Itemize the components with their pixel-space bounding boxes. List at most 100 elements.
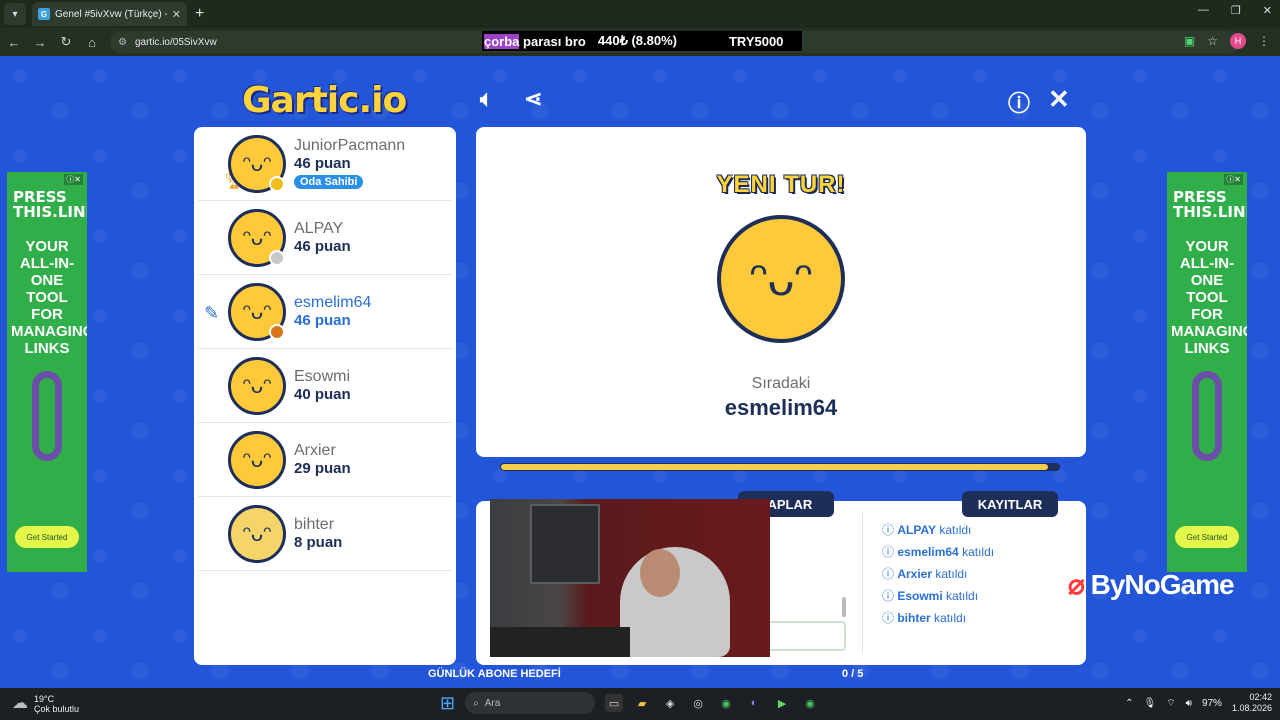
extension-icon[interactable]: ▣ [1184,34,1195,48]
close-tab-icon[interactable]: ✕ [172,8,181,21]
ad-cta-button[interactable]: Get Started [1175,526,1239,548]
player-name: esmelim64 [294,294,372,311]
sound-icon[interactable]: 🔈︎ [480,86,493,112]
search-icon: ⌕ [473,697,479,709]
close-icon[interactable]: ✕ [1048,84,1070,115]
ticker-amount: 440₺ (8.80%) [597,33,677,48]
player-row[interactable]: ᵔᴗᵔ Arxier 29 puan [198,423,452,497]
log-item: ⓘ Esowmi katıldı [882,589,979,603]
sponsor-logo: ⌀ ByNoGame [1068,569,1235,600]
player-row[interactable]: 🏆︎ ᵔᴗᵔ JuniorPacmann 46 puan Oda Sahibi [198,127,452,201]
address-bar: ← → ↻ ⌂ ⚙ gartic.io/05SivXvw çorba paras… [0,28,1280,56]
next-player-avatar: ᵔᴗᵔ [717,215,845,343]
task-view-icon[interactable]: ▭ [605,694,624,712]
player-name: Arxier [294,442,336,459]
scrollbar[interactable] [842,597,846,617]
right-ad[interactable]: ⓘ✕ PRESS THIS.LINK YOUR ALL-IN-ONE TOOL … [1167,172,1247,572]
player-row-drawing[interactable]: ✎ ᵔᴗᵔ esmelim64 46 puan [198,275,452,349]
forward-icon[interactable]: → [28,35,52,50]
clock-date: 1.08.2026 [1231,703,1272,713]
players-panel: 🏆︎ ᵔᴗᵔ JuniorPacmann 46 puan Oda Sahibi … [194,127,456,665]
discord-icon[interactable]: ◐ [745,694,763,712]
webcam-desk-shape [490,627,630,657]
player-name: Esowmi [294,368,351,385]
chrome-profile-icon[interactable]: ◉ [801,694,819,712]
player-score: 29 puan [294,460,351,477]
ad-cta-button[interactable]: Get Started [15,526,79,548]
browser-tab[interactable]: G Genel #5ivXvw (Türkçe) - G ✕ [32,2,187,26]
ad-info-icon[interactable]: ⓘ✕ [64,174,83,185]
chrome-icon[interactable]: ◉ [717,694,735,712]
tab-search-icon[interactable]: ▾ [4,3,26,25]
bookmark-star-icon[interactable]: ☆ [1207,34,1218,48]
ad-info-icon[interactable]: ⓘ✕ [1224,174,1243,185]
status-dot [269,249,285,266]
site-info-icon[interactable]: ⚙ [118,37,127,48]
new-tab-button[interactable]: + [195,5,204,23]
search-placeholder: Ara [484,697,501,709]
round-title: YENI TUR! [716,171,846,198]
sponsor-mark-icon: ⌀ [1068,569,1085,600]
restore-icon[interactable]: ❐ [1231,4,1241,17]
donation-ticker: çorba parası bro 440₺ (8.80%) TRY5000 [482,31,802,51]
profile-avatar[interactable]: H [1230,33,1246,49]
chain-link-icon [1192,371,1222,461]
ticker-text: parası bro [519,33,586,49]
minimize-icon[interactable]: — [1198,4,1209,17]
wifi-icon[interactable]: ⌔ [1166,697,1175,710]
home-icon[interactable]: ⌂ [80,35,104,50]
share-icon[interactable]: ⋖ [524,86,542,112]
player-row[interactable]: ᵔᴗᵔ ALPAY 46 puan [198,201,452,275]
app-icon[interactable]: ◈ [661,694,679,712]
clock-time: 02:42 [1249,692,1272,702]
sub-goal-label: GÜNLÜK ABONE HEDEFİ [428,668,561,680]
avatar: ᵔᴗᵔ [228,356,286,415]
log-list: ⓘ ALPAY katıldı ⓘ esmelim64 katıldı ⓘ Ar… [882,521,994,631]
webcam-overlay [490,499,770,657]
round-timer-bar [500,463,1060,471]
ticker-highlight: çorba [484,33,520,49]
player-score: 46 puan [294,312,351,329]
webcam-head-shape [640,549,680,597]
tab-title: Genel #5ivXvw (Türkçe) - G [55,8,167,20]
browser-tabbar: ▾ G Genel #5ivXvw (Türkçe) - G ✕ + — ❐ ✕ [0,0,1280,28]
battery-level[interactable]: 97% [1202,698,1222,709]
browser-menu-icon[interactable]: ⋮ [1258,34,1270,48]
windows-start-icon[interactable]: ⊞ [440,693,455,714]
player-name: bihter [294,516,335,533]
avatar: ᵔᴗᵔ [228,208,286,267]
ticker-goal: TRY5000 [728,33,784,49]
media-icon[interactable]: ▶ [773,694,791,712]
next-player-name: esmelim64 [724,395,838,420]
url-field[interactable]: ⚙ gartic.io/05SivXvw çorba parası bro 44… [110,31,1240,53]
clock[interactable]: 02:42 1.08.2026 [1232,692,1272,714]
player-row[interactable]: ᵔᴗᵔ bihter 8 puan [198,497,452,571]
weather-widget[interactable]: ☁ 19°C Çok bulutlu [12,694,79,714]
left-ad[interactable]: ⓘ✕ PRESS THIS.LINK YOUR ALL-IN-ONE TOOL … [7,172,87,572]
player-name: ALPAY [294,220,344,237]
next-label: Sıradaki [751,375,811,392]
log-item: ⓘ Arxier katıldı [882,567,968,581]
info-icon[interactable]: ⓘ [1008,86,1030,118]
tray-chevron-icon[interactable]: ⌃ [1125,698,1133,709]
taskbar: ☁ 19°C Çok bulutlu ⊞ ⌕ Ara ▭ ▰ ◈ ◎ ◉ ◐ ▶… [0,688,1280,720]
player-row[interactable]: ᵔᴗᵔ Esowmi 40 puan [198,349,452,423]
log-item: ⓘ ALPAY katıldı [882,523,972,537]
ad-body: YOUR ALL-IN-ONE TOOL FOR MANAGING LINKS [1171,238,1247,357]
reload-icon[interactable]: ↻ [54,34,78,50]
file-explorer-icon[interactable]: ▰ [633,694,651,712]
address-actions: ▣ ☆ H ⋮ [1184,33,1270,49]
mic-icon[interactable]: 🎙︎ [1144,698,1157,709]
volume-icon[interactable]: 🔊︎ [1186,698,1192,709]
tab-logs[interactable]: KAYITLAR [962,491,1058,517]
url-text: gartic.io/05SivXvw [134,36,217,48]
taskbar-apps: ⊞ ⌕ Ara ▭ ▰ ◈ ◎ ◉ ◐ ▶ ◉ [440,692,819,714]
gartic-logo[interactable]: Gartic.io [242,80,407,121]
app-icon[interactable]: ◎ [689,694,707,712]
close-window-icon[interactable]: ✕ [1263,4,1272,17]
round-timer-fill [501,464,1048,470]
taskbar-search[interactable]: ⌕ Ara [465,692,596,714]
window-controls: — ❐ ✕ [1198,4,1272,17]
status-dot [269,175,285,192]
back-icon[interactable]: ← [2,35,26,50]
